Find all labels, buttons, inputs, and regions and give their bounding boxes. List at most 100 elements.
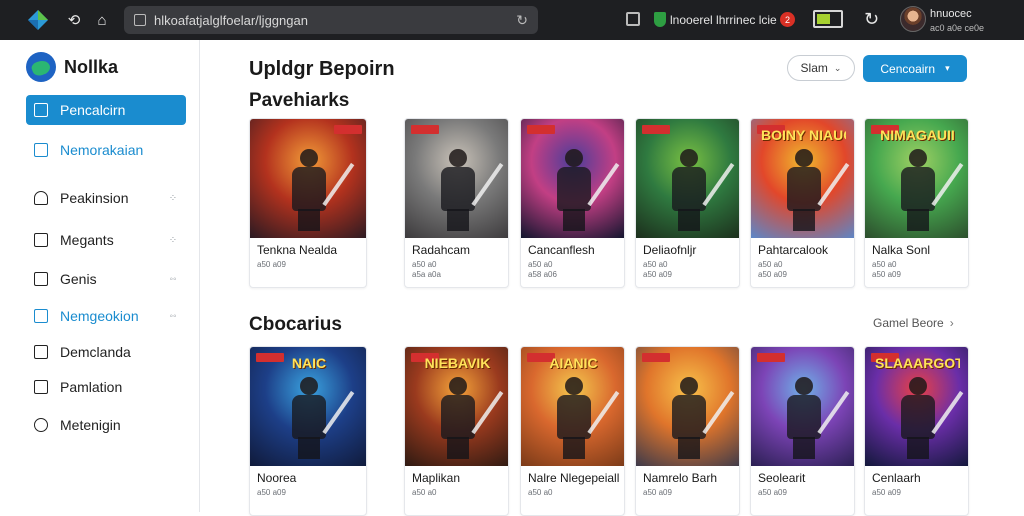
game-thumbnail[interactable] bbox=[636, 119, 739, 238]
sidebar-item-label: Nemorakaian bbox=[60, 142, 144, 158]
game-title[interactable]: Maplikan bbox=[412, 471, 507, 485]
character-figure bbox=[783, 149, 849, 231]
game-thumbnail[interactable]: NAIC bbox=[250, 347, 366, 466]
game-meta: a50 a0 a58 a06 bbox=[528, 260, 557, 280]
figure-blade bbox=[586, 162, 619, 207]
figure-blade bbox=[470, 390, 503, 435]
game-card[interactable]: Namrelo Barh a50 a09 bbox=[635, 346, 740, 516]
character-figure bbox=[668, 149, 734, 231]
game-meta: a50 a0 a50 a09 bbox=[758, 260, 787, 280]
sort-dropdown[interactable]: Slam ⌄ bbox=[787, 55, 855, 81]
label-badge bbox=[642, 125, 670, 134]
battery-icon bbox=[813, 10, 843, 28]
sidebar-item[interactable]: Genis ◦◦ bbox=[26, 264, 186, 294]
extension-status-text: lnooerel lhrrinec lcie bbox=[670, 13, 777, 27]
refresh-icon[interactable]: ↻ bbox=[864, 9, 879, 30]
history-icon[interactable]: ⟲ bbox=[64, 10, 84, 30]
game-thumbnail[interactable]: BOINY NIAUCS bbox=[751, 119, 854, 238]
game-title[interactable]: Nalka Sonl bbox=[872, 243, 967, 257]
monitor-icon bbox=[34, 345, 48, 359]
game-card[interactable]: Radahcam a50 a0 a5a a0a bbox=[404, 118, 509, 288]
sidebar-item[interactable]: Pamlation bbox=[26, 372, 186, 402]
battery-level bbox=[817, 14, 831, 24]
figure-head bbox=[679, 149, 698, 167]
url-text[interactable]: hlkoafatjalglfoelar/ljggngan bbox=[154, 13, 516, 28]
game-card[interactable]: Cancanflesh a50 a0 a58 a06 bbox=[520, 118, 625, 288]
drag-handle-icon[interactable]: ⁘ bbox=[166, 235, 180, 246]
game-title[interactable]: Cancanflesh bbox=[528, 243, 623, 257]
sidebar-item[interactable]: Peakinsion ⁘ bbox=[26, 183, 186, 213]
game-thumbnail[interactable] bbox=[521, 119, 624, 238]
game-card[interactable]: Seolearit a50 a09 bbox=[750, 346, 855, 516]
extensions-icon[interactable] bbox=[626, 12, 640, 26]
game-thumbnail[interactable]: NIMAGAUII bbox=[865, 119, 968, 238]
game-thumbnail[interactable]: NIEBAVIK bbox=[405, 347, 508, 466]
game-title[interactable]: Cenlaarh bbox=[872, 471, 967, 485]
brand[interactable]: Nollka bbox=[26, 52, 118, 82]
game-title[interactable]: Namrelo Barh bbox=[643, 471, 738, 485]
game-title[interactable]: Noorea bbox=[257, 471, 365, 485]
folder-icon bbox=[34, 103, 48, 117]
sidebar-item-label: Nemgeokion bbox=[60, 308, 139, 324]
figure-body bbox=[440, 167, 475, 211]
game-meta-line: a50 a09 bbox=[758, 488, 787, 497]
game-title[interactable]: Tenkna Nealda bbox=[257, 243, 365, 257]
bookmark-icon bbox=[34, 309, 48, 323]
avatar[interactable] bbox=[900, 6, 926, 32]
game-card[interactable]: Tenkna Nealda a50 a09 bbox=[249, 118, 367, 288]
home-icon[interactable]: ⌂ bbox=[92, 10, 112, 30]
square-icon bbox=[34, 143, 48, 157]
game-thumbnail[interactable]: AIANIC bbox=[521, 347, 624, 466]
figure-head bbox=[794, 149, 813, 167]
game-meta: a50 a09 bbox=[257, 488, 286, 498]
reload-icon[interactable]: ↻ bbox=[516, 12, 528, 29]
sidebar-item[interactable]: Demclanda bbox=[26, 337, 186, 367]
figure-head bbox=[794, 377, 813, 395]
character-figure bbox=[288, 149, 355, 231]
game-card[interactable]: SLAAARGOTAI Cenlaarh a50 a09 bbox=[864, 346, 969, 516]
game-card[interactable]: AIANIC Nalre Nlegepeiall a50 a0 bbox=[520, 346, 625, 516]
label-badge bbox=[757, 353, 785, 362]
game-logo-art: SLAAARGOTAI bbox=[875, 355, 960, 371]
drag-handle-icon[interactable]: ◦◦ bbox=[166, 274, 180, 285]
drag-handle-icon[interactable]: ⁘ bbox=[166, 193, 180, 204]
game-title[interactable]: Pahtarcalook bbox=[758, 243, 853, 257]
game-title[interactable]: Radahcam bbox=[412, 243, 507, 257]
game-card[interactable]: NIMAGAUII Nalka Sonl a50 a0 a50 a09 bbox=[864, 118, 969, 288]
game-card[interactable]: Deliaofnljr a50 a0 a50 a09 bbox=[635, 118, 740, 288]
sidebar-item-label: Peakinsion bbox=[60, 190, 129, 206]
sidebar-item[interactable]: Nemgeokion ◦◦ bbox=[26, 301, 186, 331]
game-meta-line: a50 a0 bbox=[528, 260, 553, 269]
sidebar-item[interactable]: Pencalcirn bbox=[26, 95, 186, 125]
figure-legs bbox=[446, 209, 469, 231]
game-thumbnail[interactable] bbox=[636, 347, 739, 466]
sidebar-item[interactable]: Nemorakaian bbox=[26, 135, 186, 165]
user-menu[interactable]: hnuocec ac0 a0e ce0e bbox=[930, 7, 984, 35]
figure-head bbox=[448, 149, 467, 167]
sidebar-item[interactable]: Megants ⁘ bbox=[26, 225, 186, 255]
game-card[interactable]: BOINY NIAUCS Pahtarcalook a50 a0a50 a09 bbox=[750, 118, 855, 288]
game-title[interactable]: Nalre Nlegepeiall bbox=[528, 471, 623, 485]
game-thumbnail[interactable] bbox=[751, 347, 854, 466]
address-bar[interactable]: hlkoafatjalglfoelar/ljggngan ↻ bbox=[124, 6, 538, 34]
game-card[interactable]: NAIC Noorea a50 a09 bbox=[249, 346, 367, 516]
label-badge bbox=[411, 125, 439, 134]
primary-action-button[interactable]: Cencoairn ▾ bbox=[863, 55, 967, 82]
chevron-down-icon: ▾ bbox=[945, 63, 950, 73]
figure-body bbox=[440, 395, 475, 439]
game-meta-line: a50 a09 bbox=[758, 270, 787, 279]
game-thumbnail[interactable]: SLAAARGOTAI bbox=[865, 347, 968, 466]
game-card[interactable]: NIEBAVIK Maplikan a50 a0 bbox=[404, 346, 509, 516]
game-thumbnail[interactable] bbox=[250, 119, 366, 238]
see-all-link[interactable]: Gamel Beore › bbox=[873, 316, 954, 330]
figure-blade bbox=[322, 390, 355, 435]
game-thumbnail[interactable] bbox=[405, 119, 508, 238]
app-logo-icon[interactable] bbox=[26, 8, 50, 32]
drag-handle-icon[interactable]: ◦◦ bbox=[166, 311, 180, 322]
game-title[interactable]: Deliaofnljr bbox=[643, 243, 738, 257]
label-badge bbox=[527, 125, 555, 134]
game-title[interactable]: Seolearit bbox=[758, 471, 853, 485]
shield-icon[interactable] bbox=[654, 12, 666, 27]
sidebar-item[interactable]: Metenigin bbox=[26, 410, 186, 440]
notification-badge[interactable]: 2 bbox=[780, 12, 795, 27]
